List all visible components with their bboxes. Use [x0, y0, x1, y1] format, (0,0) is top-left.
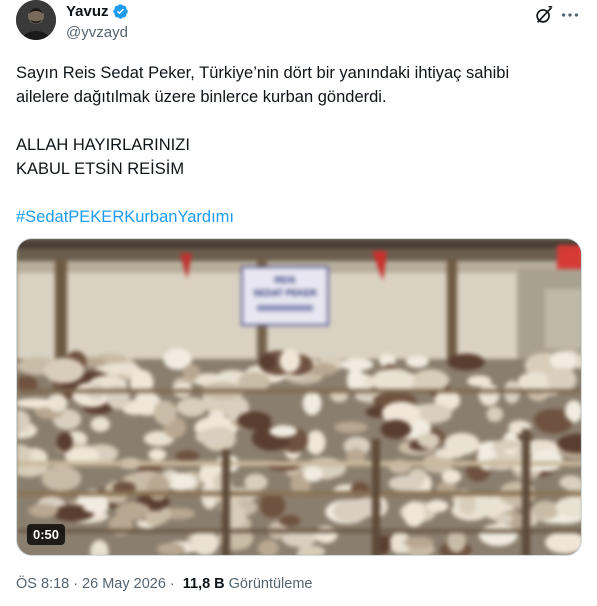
grok-icon[interactable]	[533, 4, 555, 26]
sheep-blob	[83, 502, 109, 513]
sheep-blob	[182, 364, 201, 381]
tweet-date[interactable]: 26 May 2026	[82, 576, 166, 592]
sheep-blob	[478, 383, 500, 407]
sheep-blob	[90, 416, 110, 432]
sheep-blob	[148, 448, 167, 461]
sheep-blob	[434, 447, 466, 459]
meta-separator: ·	[73, 576, 79, 592]
sheep-blob	[191, 530, 219, 555]
tweet-line: KABUL ETSİN REİSİM	[16, 160, 185, 178]
sheep-blob	[145, 510, 165, 527]
sheep-blob	[532, 500, 560, 520]
sheep-blob	[279, 349, 301, 373]
tweet-line: Sayın Reis Sedat Peker, Türkiye’nin dört…	[16, 64, 510, 82]
sheep-blob	[302, 391, 322, 416]
sheep-blob	[459, 494, 476, 515]
sheep-blob	[153, 400, 177, 425]
banner-text-1: REIS	[274, 275, 295, 285]
sheep-blob	[493, 439, 521, 450]
sheep-blob	[105, 384, 130, 410]
sheep-blob	[314, 526, 338, 544]
sheep-blob	[479, 523, 518, 547]
sheep-blob	[494, 513, 513, 524]
tweet-line: ALLAH HAYIRLARINIZI	[16, 136, 190, 154]
sheep-blob	[441, 469, 462, 484]
sheep-blob	[547, 367, 577, 392]
sheep-blob	[405, 355, 429, 368]
sheep-blob	[426, 499, 449, 513]
sheep-blob	[559, 475, 581, 490]
sheep-blob	[244, 473, 268, 491]
hashtag-link[interactable]: #SedatPEKERKurbanYardımı	[16, 208, 234, 226]
sheep-blob	[447, 353, 485, 371]
sheep-blob	[388, 475, 424, 492]
sheep-blob	[259, 492, 286, 518]
meta-separator: ·	[169, 576, 175, 592]
sheep-blob	[447, 529, 466, 553]
sheep-blob	[269, 425, 297, 438]
sheep-blob	[371, 368, 415, 393]
tweet-meta: ÖS 8:18 · 26 May 2026 · 11,8 B Görüntüle…	[16, 575, 312, 593]
author-display-name[interactable]: Yavuz	[66, 3, 109, 20]
sheep-blob	[334, 421, 368, 433]
more-icon[interactable]	[559, 4, 581, 26]
sheep-blob	[486, 406, 504, 422]
sheep-blob	[41, 465, 82, 491]
views-count[interactable]: 11,8 B	[183, 576, 225, 592]
sheep-blob	[28, 503, 59, 518]
sheep-blob	[258, 353, 276, 371]
sheep-blob	[380, 419, 412, 439]
sheep-blob	[549, 351, 578, 370]
sheep-blob	[156, 542, 186, 555]
sheep-blob	[404, 536, 434, 549]
sheep-blob	[195, 429, 228, 445]
verified-badge-icon	[112, 3, 129, 20]
avatar[interactable]	[16, 0, 56, 40]
sheep-blob	[530, 449, 563, 472]
sheep-blob	[176, 397, 208, 417]
sheep-blob	[346, 368, 365, 392]
tweet-text: Sayın Reis Sedat Peker, Türkiye’nin dört…	[16, 61, 576, 229]
sheep-blob	[257, 539, 279, 555]
sheep-blob	[303, 465, 323, 482]
tweet-line: ailelere dağıtılmak üzere binlerce kurba…	[16, 88, 387, 106]
sheep-blob	[279, 515, 301, 527]
sheep-blob	[403, 501, 425, 527]
sheep-blob	[175, 450, 200, 462]
tweet-time[interactable]: ÖS 8:18	[16, 576, 69, 592]
sheep-blob	[146, 474, 170, 501]
video-duration: 0:50	[27, 524, 66, 545]
video-player[interactable]: REIS SEDAT PEKER 0:50	[16, 238, 582, 556]
banner-text-2: SEDAT PEKER	[253, 288, 317, 298]
sheep-blob	[43, 357, 85, 384]
sheep-blob	[411, 369, 450, 392]
sheep-blob	[56, 432, 73, 452]
author-handle[interactable]: @yvzayd	[66, 24, 129, 42]
views-label: Görüntüleme	[228, 576, 313, 592]
sheep-blob	[306, 430, 326, 455]
author-block: Yavuz @yvzayd	[66, 2, 129, 42]
sheep-blob	[536, 414, 572, 434]
tweet-header: Yavuz @yvzayd	[16, 0, 581, 48]
sheep-blob	[417, 432, 440, 449]
